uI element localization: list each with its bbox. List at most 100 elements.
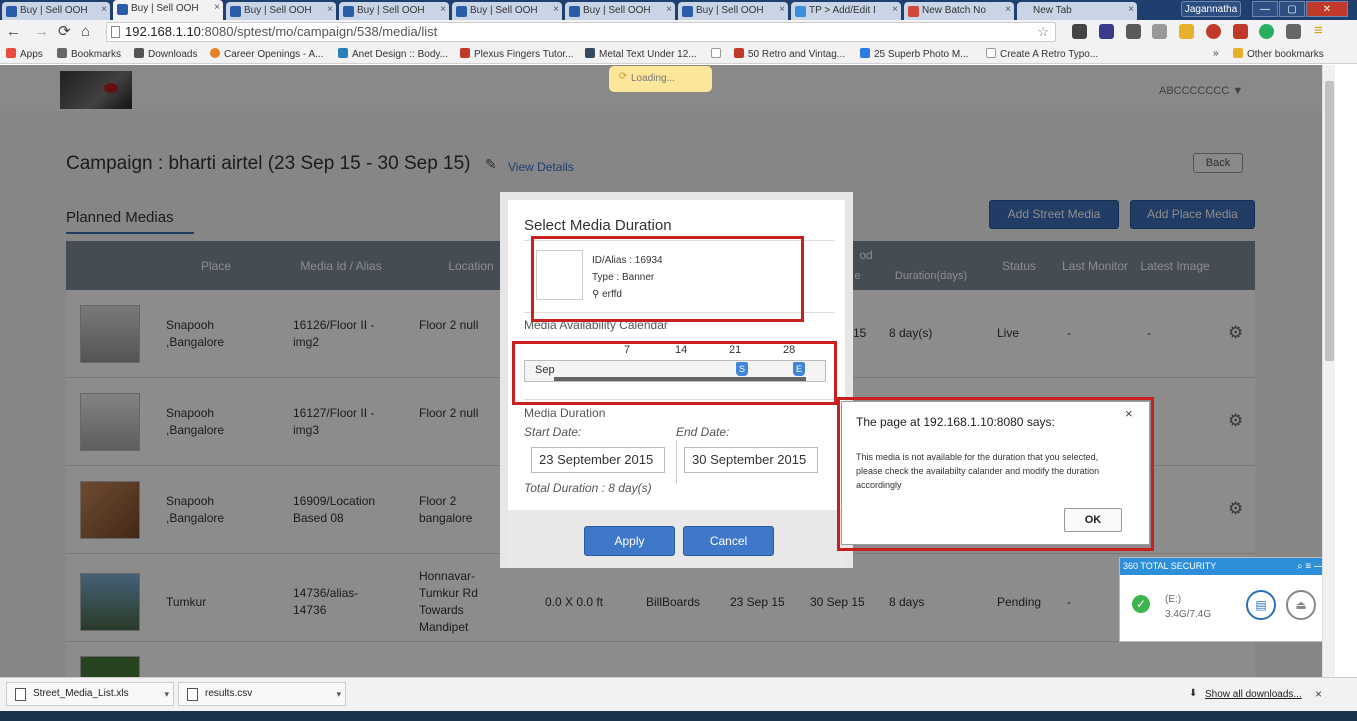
bookmark-item[interactable]: 50 Retro and Vintag... [734,48,845,60]
bookmark-item[interactable]: Bookmarks [57,48,121,60]
tab-title: Buy | Sell OOH [244,5,312,16]
bookmark-item[interactable]: Plexus Fingers Tutor... [460,48,574,60]
window-close-icon[interactable]: ✕ [1306,1,1348,17]
drive-label: (E:) [1165,594,1182,605]
site-favicon-icon [682,6,693,17]
tab-close-icon[interactable]: × [440,4,446,15]
caret-down-icon[interactable]: ▾ [164,683,169,705]
apply-button[interactable]: Apply [584,526,675,556]
end-date-input[interactable]: 30 September 2015 [684,447,818,473]
bookmarks-bar: Apps Bookmarks Downloads Career Openings… [0,44,1357,64]
browser-tab[interactable]: Buy | Sell OOH × [2,2,110,20]
search-icon[interactable]: ⌕ [1297,561,1303,572]
browser-toolbar: ← → ⟳ ⌂ 192.168.1.10:8080/sptest/mo/camp… [0,20,1357,44]
browser-tab[interactable]: Buy | Sell OOH × [339,2,449,20]
bookmark-item[interactable] [711,48,725,60]
dialog-footer: Apply Cancel [508,510,845,568]
bookmark-item[interactable]: Metal Text Under 12... [585,48,697,60]
close-icon[interactable]: × [1125,406,1133,421]
bookmark-label: Other bookmarks [1247,49,1324,60]
extension-dropper-icon[interactable] [1126,24,1141,39]
url-path: :8080/sptest/mo/campaign/538/media/list [200,24,438,39]
extension-opera-icon[interactable] [1206,24,1221,39]
show-all-downloads-link[interactable]: Show all downloads... [1205,689,1302,700]
browser-tab[interactable]: Buy | Sell OOH × [452,2,562,20]
address-bar[interactable]: 192.168.1.10:8080/sptest/mo/campaign/538… [106,22,1056,42]
caret-down-icon[interactable]: ▾ [336,683,341,705]
grid-icon [585,48,595,58]
browser-tab[interactable]: New Batch No × [904,2,1014,20]
start-date-input[interactable]: 23 September 2015 [531,447,665,473]
tab-close-icon[interactable]: × [553,4,559,15]
reload-icon[interactable]: ⟳ [58,23,71,41]
profile-button[interactable]: Jagannatha [1181,1,1241,17]
extension-badge-icon[interactable] [1233,24,1248,39]
site-favicon-icon [734,48,744,58]
tab-close-icon[interactable]: × [214,2,220,13]
security-header: 360 TOTAL SECURITY ⌕ ≡ — [1120,558,1322,575]
tab-close-icon[interactable]: × [666,4,672,15]
maximize-icon[interactable]: ▢ [1279,1,1305,17]
extension-icon[interactable] [1179,24,1194,39]
browser-tab[interactable]: Buy | Sell OOH × [226,2,336,20]
bookmark-label: Anet Design :: Body... [352,49,448,60]
back-arrow-icon[interactable]: ← [6,23,21,41]
minimize-icon[interactable]: — [1314,561,1322,572]
extension-gear-icon[interactable] [1072,24,1087,39]
page-icon [111,26,120,38]
forward-arrow-icon[interactable]: → [34,23,49,41]
browser-tab[interactable]: New Tab × [1017,2,1137,20]
site-favicon-icon [860,48,870,58]
bookmark-item[interactable]: 25 Superb Photo M... [860,48,969,60]
browser-tab[interactable]: TP > Add/Edit I × [791,2,901,20]
other-bookmarks[interactable]: Other bookmarks [1233,48,1324,60]
tab-close-icon[interactable]: × [101,4,107,15]
bookmark-item[interactable]: Career Openings - A... [210,48,324,60]
ok-button[interactable]: OK [1064,508,1122,532]
extension-cast-icon[interactable] [1286,24,1301,39]
extension-timer-icon[interactable] [1152,24,1167,39]
bookmark-apps[interactable]: Apps [6,48,43,60]
tab-close-icon[interactable]: × [327,4,333,15]
bookmark-label: Bookmarks [71,49,122,60]
download-item[interactable]: results.csv ▾ [178,682,346,706]
tab-title: New Tab [1033,5,1072,16]
site-favicon-icon [343,6,354,17]
end-date-label: End Date: [676,425,730,439]
bookmark-star-icon[interactable]: ☆ [1037,23,1049,41]
minimize-icon[interactable]: — [1252,1,1278,17]
menu-icon[interactable]: ≡ [1305,561,1311,572]
browser-tab-active[interactable]: Buy | Sell OOH × [113,0,223,20]
bookmark-item[interactable]: Anet Design :: Body... [338,48,448,60]
extension-grammarly-icon[interactable] [1259,24,1274,39]
scrollbar-thumb[interactable] [1325,81,1334,361]
extension-icon[interactable] [1099,24,1114,39]
open-folder-icon[interactable]: ▤ [1246,590,1276,620]
download-filename: Street_Media_List.xls [33,688,129,699]
page-icon [711,48,721,58]
browser-tab-strip: Buy | Sell OOH × Buy | Sell OOH × Buy | Se… [0,0,1357,20]
page-content: ABCCCCCCC ▼ Campaign : bharti airtel (23… [0,65,1322,677]
site-favicon-icon [210,48,220,58]
page-icon [986,48,996,58]
tab-close-icon[interactable]: × [779,4,785,15]
download-item[interactable]: Street_Media_List.xls ▾ [6,682,174,706]
site-favicon-icon [338,48,348,58]
home-icon[interactable]: ⌂ [81,23,90,41]
browser-tab[interactable]: Buy | Sell OOH × [565,2,675,20]
site-favicon-icon [456,6,467,17]
bookmark-item[interactable]: Downloads [134,48,197,60]
page-scrollbar[interactable] [1322,65,1335,677]
menu-icon[interactable]: ≡ [1314,22,1323,40]
bookmark-item[interactable]: Create A Retro Typo... [986,48,1098,60]
cancel-button[interactable]: Cancel [683,526,774,556]
tab-close-icon[interactable]: × [1005,4,1011,15]
tab-title: Buy | Sell OOH [583,5,651,16]
browser-tab[interactable]: Buy | Sell OOH × [678,2,788,20]
tab-close-icon[interactable]: × [892,4,898,15]
tab-close-icon[interactable]: × [1128,4,1134,15]
close-icon[interactable]: × [1315,687,1322,701]
eject-icon[interactable]: ⏏ [1286,590,1316,620]
bookmarks-overflow-chevron[interactable]: » [1213,48,1219,59]
file-icon [187,688,198,701]
